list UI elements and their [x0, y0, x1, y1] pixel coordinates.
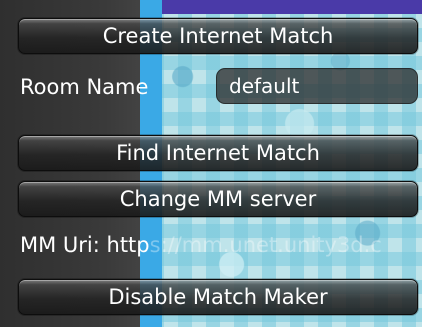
room-name-label: Room Name	[20, 75, 149, 99]
room-name-input[interactable]	[216, 68, 418, 104]
network-manager-hud: Create Internet Match Room Name Find Int…	[0, 0, 422, 327]
find-internet-match-button[interactable]: Find Internet Match	[18, 135, 418, 171]
mm-uri-value: http	[106, 233, 150, 257]
change-mm-server-button[interactable]: Change MM server	[18, 181, 418, 217]
disable-match-maker-button[interactable]: Disable Match Maker	[18, 279, 418, 315]
mm-uri-readout: MM Uri: https://mm.unet.unity3d.c	[20, 233, 420, 257]
create-internet-match-button[interactable]: Create Internet Match	[18, 18, 418, 54]
mm-uri-label: MM Uri:	[20, 233, 100, 257]
mm-uri-value-faded: s://mm.unet.unity3d.c	[149, 233, 382, 257]
